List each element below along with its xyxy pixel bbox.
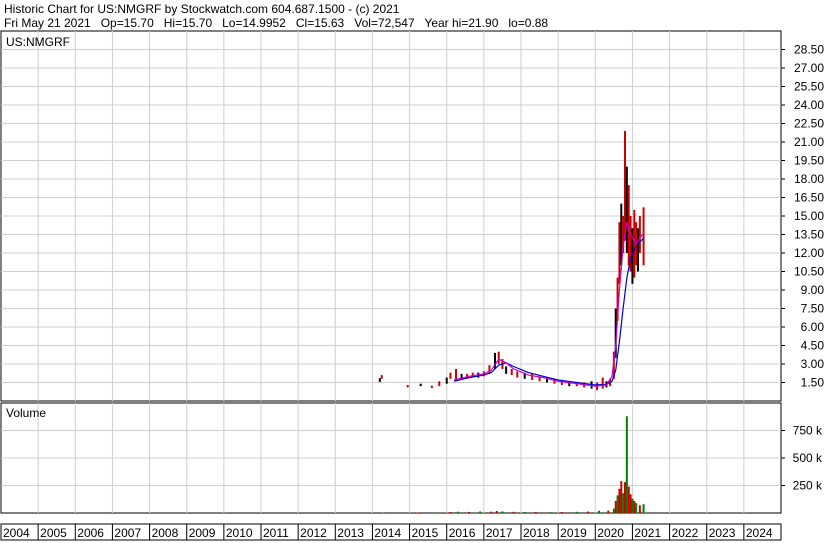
volume-tick-label: 250 k: [793, 479, 823, 493]
year-label: 2011: [263, 526, 289, 540]
year-label: 2022: [672, 526, 699, 540]
price-tick-label: 19.50: [794, 154, 824, 168]
year-label: 2019: [560, 526, 587, 540]
year-label: 2013: [337, 526, 364, 540]
price-tick-label: 4.50: [801, 339, 825, 353]
axis-labels: 2004 2005 2006 2007 2008 2009 2010 2011 2012 2013…: [3, 43, 824, 541]
price-tick-label: 9.00: [801, 283, 825, 297]
price-tick-label: 21.00: [794, 135, 824, 149]
price-tick-label: 18.00: [794, 172, 824, 186]
price-tick-label: 13.50: [794, 228, 824, 242]
historic-chart: Historic Chart for US:NMGRF by Stockwatc…: [0, 0, 830, 543]
year-label: 2010: [226, 526, 253, 540]
year-label: 2004: [3, 526, 30, 540]
year-label: 2006: [77, 526, 104, 540]
chart-canvas: 2004 2005 2006 2007 2008 2009 2010 2011 2012 2013…: [0, 30, 824, 541]
year-label: 2007: [114, 526, 141, 540]
year-label: 2021: [634, 526, 661, 540]
price-tick-label: 1.50: [801, 376, 825, 390]
year-label: 2020: [597, 526, 624, 540]
year-label: 2014: [374, 526, 401, 540]
moving-averages: [453, 222, 645, 387]
year-label: 2018: [523, 526, 550, 540]
price-tick-label: 27.00: [794, 61, 824, 75]
price-bars: [378, 130, 645, 391]
price-tick-label: 12.00: [794, 246, 824, 260]
grid-lines: [1, 31, 785, 540]
price-panel-title: US:NMGRF: [6, 35, 70, 49]
volume-panel-title: Volume: [6, 406, 46, 420]
year-label: 2009: [189, 526, 216, 540]
price-tick-label: 28.50: [794, 43, 824, 57]
price-tick-label: 10.50: [794, 265, 824, 279]
price-tick-label: 3.00: [801, 357, 825, 371]
year-label: 2024: [746, 526, 773, 540]
year-label: 2015: [412, 526, 439, 540]
volume-tick-label: 500 k: [793, 451, 823, 465]
year-label: 2016: [449, 526, 476, 540]
price-tick-label: 7.50: [801, 302, 825, 316]
volume-tick-label: 750 k: [793, 424, 823, 438]
year-label: 2012: [300, 526, 327, 540]
price-tick-label: 24.00: [794, 98, 824, 112]
year-label: 2017: [486, 526, 513, 540]
year-label: 2023: [709, 526, 736, 540]
price-tick-label: 22.50: [794, 117, 824, 131]
price-tick-label: 16.50: [794, 191, 824, 205]
moving-average-line: [453, 222, 645, 387]
price-tick-label: 15.00: [794, 209, 824, 223]
price-tick-label: 6.00: [801, 320, 825, 334]
year-label: 2008: [152, 526, 179, 540]
price-tick-label: 25.50: [794, 80, 824, 94]
year-label: 2005: [40, 526, 67, 540]
